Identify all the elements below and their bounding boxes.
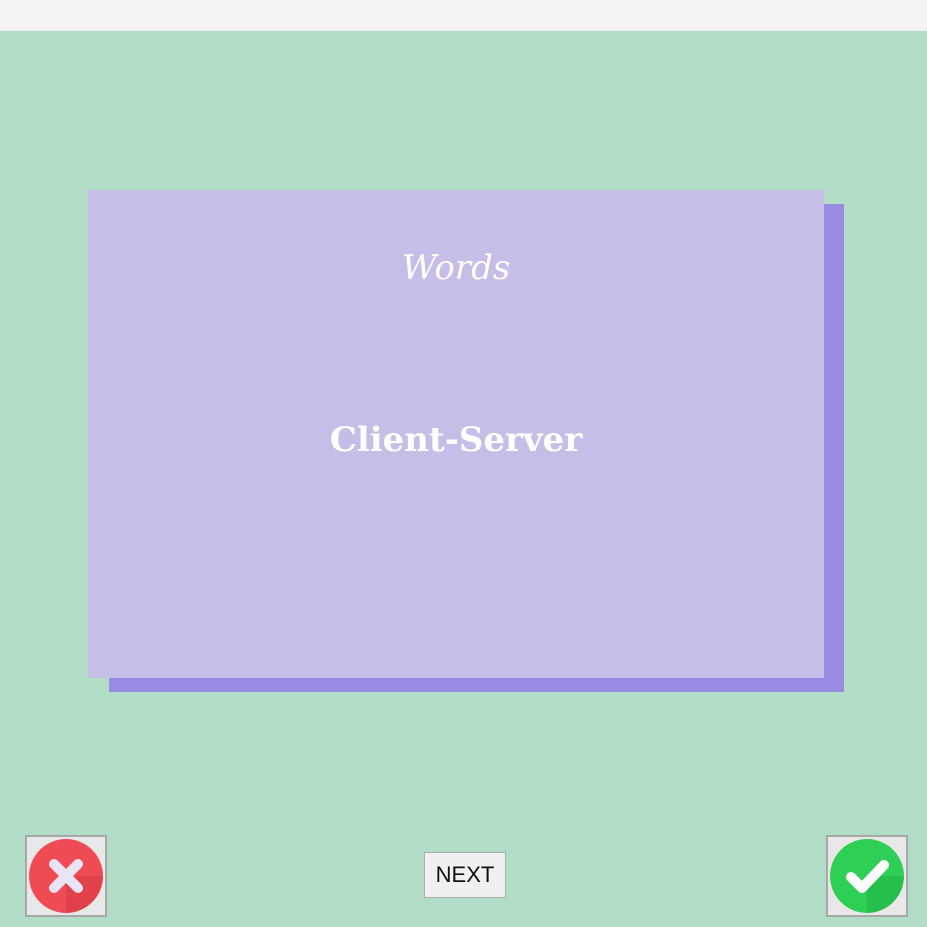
next-button[interactable]: NEXT [424, 852, 506, 898]
title-bar [0, 0, 927, 31]
wrong-button[interactable] [25, 835, 107, 917]
card-category-label: Words [401, 248, 511, 288]
check-circle-icon [830, 839, 904, 913]
card-term: Client-Server [329, 420, 583, 460]
x-circle-icon [29, 839, 103, 913]
flashcard[interactable]: Words Client-Server [88, 190, 824, 678]
correct-button[interactable] [826, 835, 908, 917]
